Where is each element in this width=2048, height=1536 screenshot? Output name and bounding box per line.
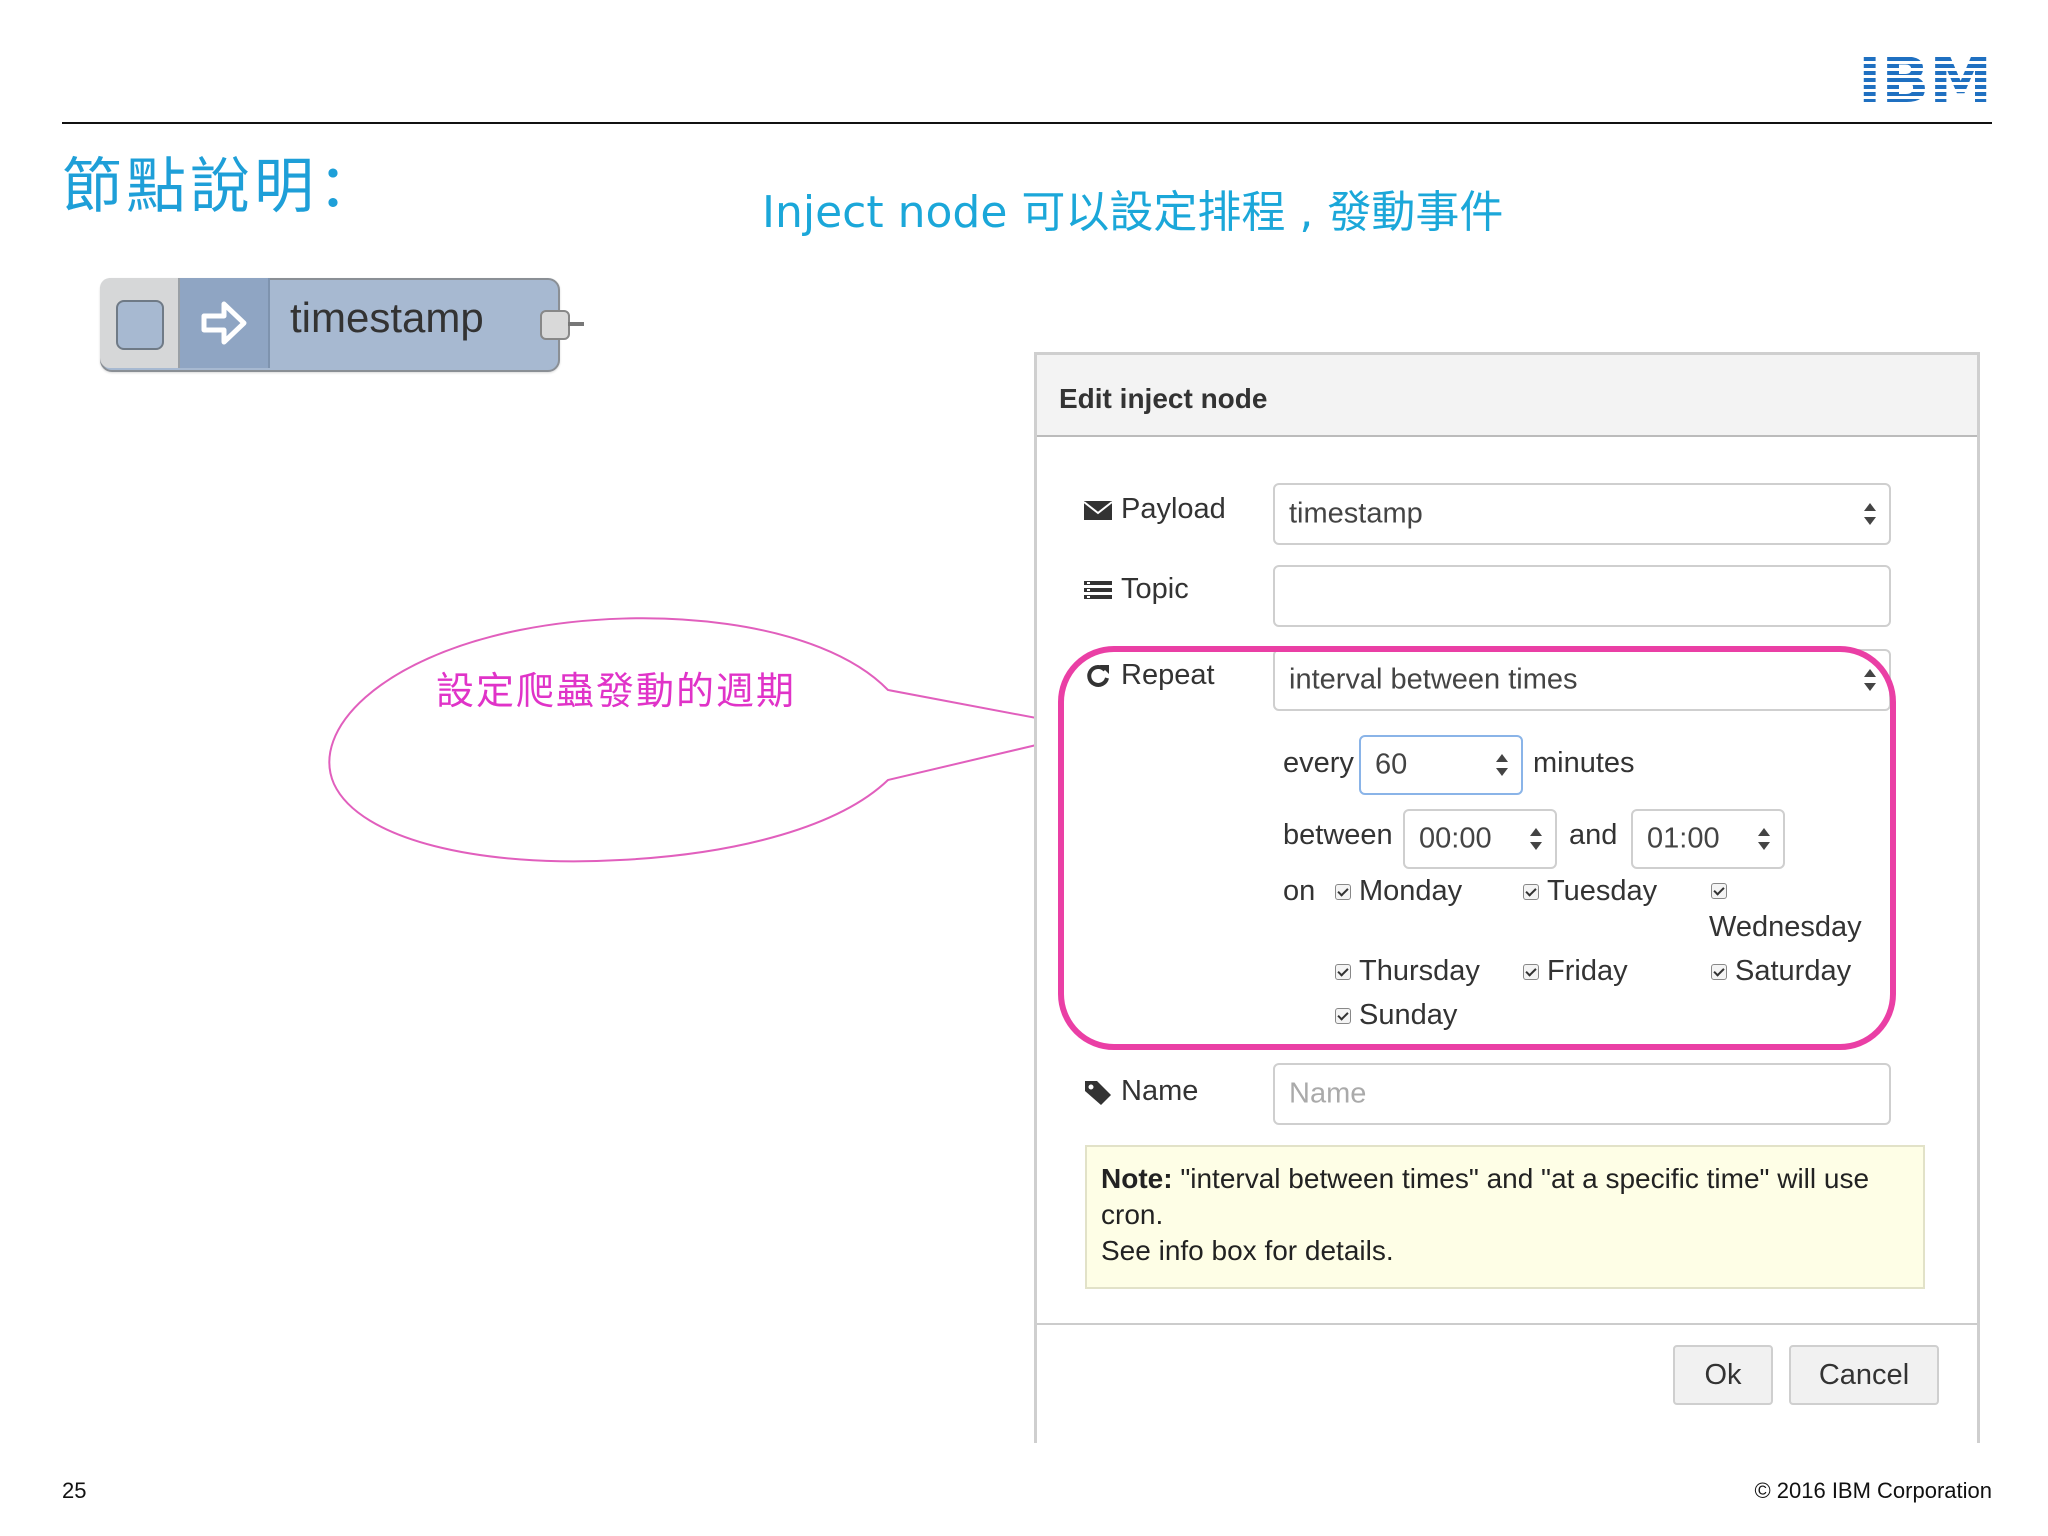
ibm-logo: IBM: [1858, 50, 1992, 106]
inject-trigger-button[interactable]: [116, 300, 164, 350]
node-icon-area: [180, 278, 270, 368]
inject-node[interactable]: timestamp: [100, 278, 584, 372]
name-placeholder: Name: [1289, 1077, 1367, 1110]
payload-value: timestamp: [1289, 497, 1423, 530]
repeat-highlight-outline: [1058, 646, 1896, 1050]
spinner-arrows-icon: [1864, 503, 1876, 525]
copyright: © 2016 IBM Corporation: [1754, 1478, 1992, 1503]
list-icon: [1084, 580, 1112, 599]
topic-input[interactable]: [1273, 565, 1891, 627]
envelope-icon: [1083, 500, 1113, 520]
tag-icon: [1085, 1080, 1111, 1105]
note-line2: See info box for details.: [1101, 1235, 1394, 1266]
name-input[interactable]: Name: [1273, 1063, 1891, 1125]
arrow-right-icon: [201, 301, 247, 345]
node-label: timestamp: [290, 294, 484, 341]
name-label-text: Name: [1121, 1075, 1199, 1107]
svg-text:IBM: IBM: [1858, 50, 1992, 106]
topic-label: Topic: [1083, 573, 1189, 606]
dialog-title: Edit inject node: [1059, 383, 1268, 414]
name-label: Name: [1083, 1075, 1198, 1108]
payload-label-text: Payload: [1121, 493, 1226, 525]
header-rule: [62, 122, 1992, 124]
cancel-button[interactable]: Cancel: [1789, 1345, 1939, 1405]
ok-button[interactable]: Ok: [1673, 1345, 1773, 1405]
payload-select[interactable]: timestamp: [1273, 483, 1891, 545]
callout-text: 設定爬蟲發動的週期: [436, 669, 797, 713]
dialog-titlebar: Edit inject node: [1037, 355, 1977, 437]
note-box: Note: "interval between times" and "at a…: [1085, 1145, 1925, 1289]
node-output-port[interactable]: [540, 310, 570, 340]
payload-label: Payload: [1083, 493, 1226, 526]
callout-bubble: [328, 617, 1101, 863]
note-text: "interval between times" and "at a speci…: [1101, 1163, 1870, 1230]
dialog-footer-rule: [1037, 1323, 1977, 1325]
slide-title: 節點說明：: [62, 152, 382, 222]
note-bold: Note:: [1101, 1163, 1173, 1194]
topic-label-text: Topic: [1121, 573, 1189, 605]
slide-subtitle: Inject node 可以設定排程 , 發動事件: [762, 187, 1504, 238]
page-number: 25: [62, 1478, 87, 1503]
node-port-wire: [568, 322, 584, 326]
